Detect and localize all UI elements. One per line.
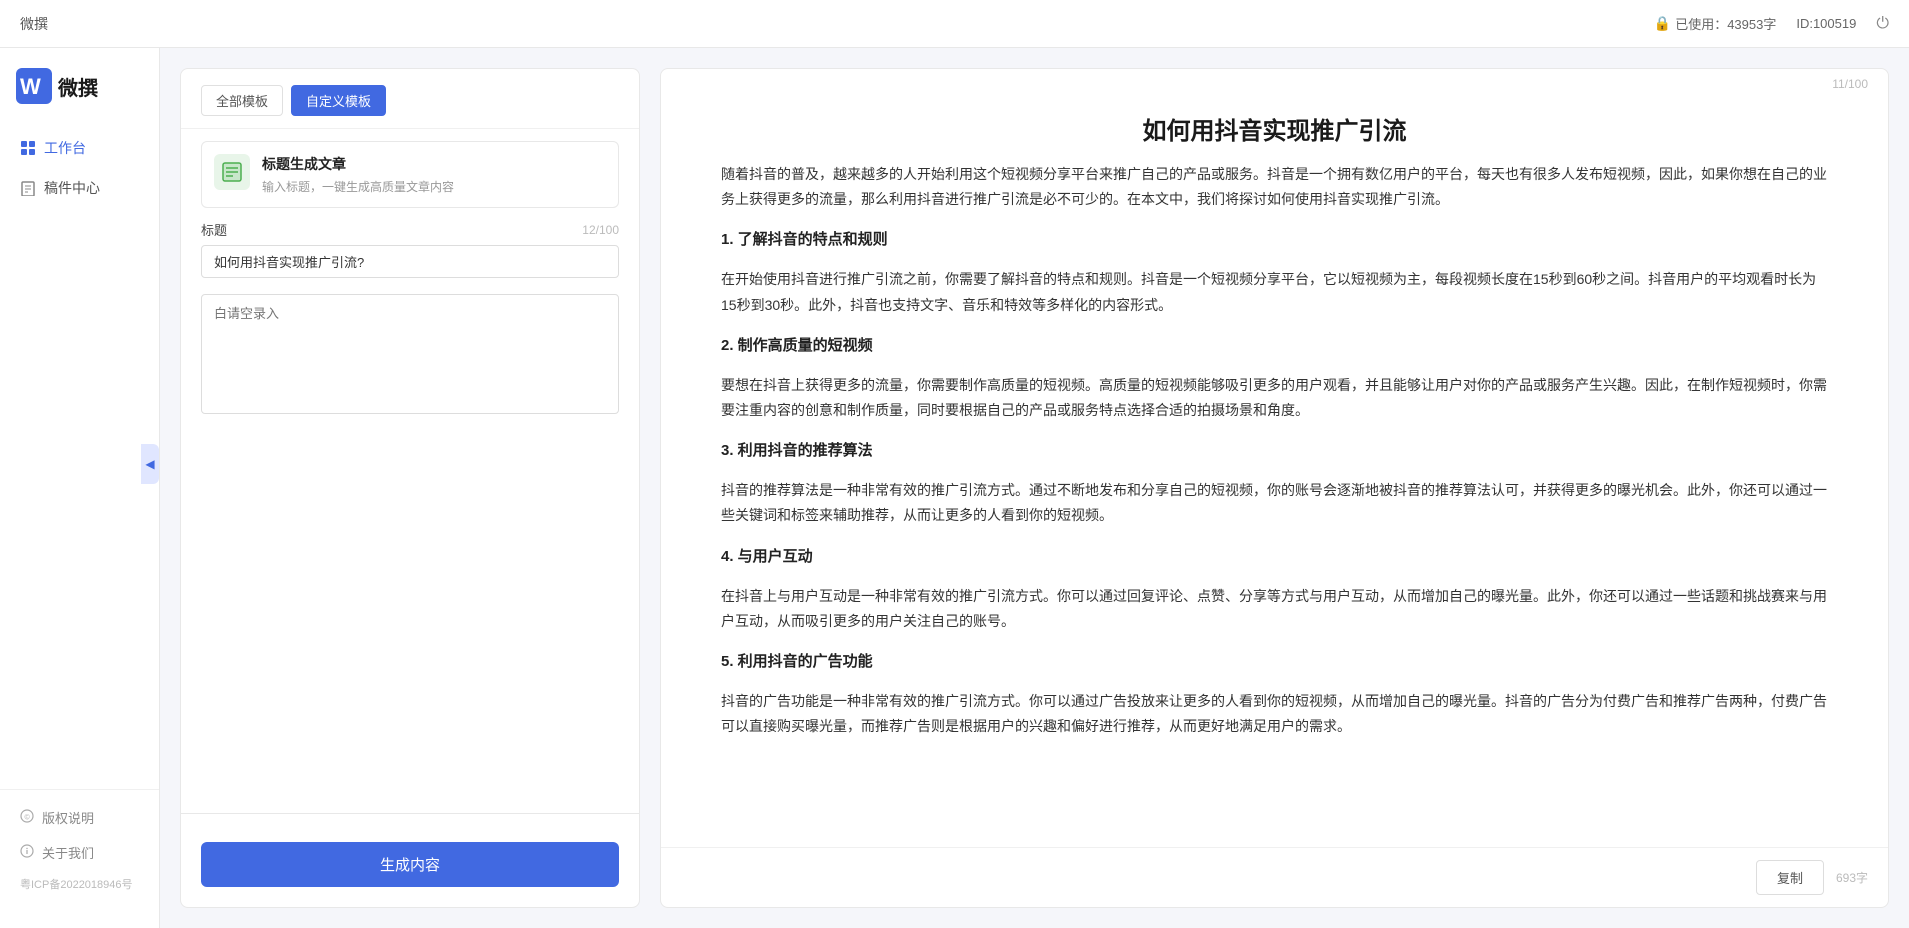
template-tabs: 全部模板 自定义模板 xyxy=(181,69,639,129)
section-title-5: 5. 利用抖音的广告功能 xyxy=(721,648,1828,675)
generate-btn[interactable]: 生成内容 xyxy=(201,842,619,887)
copyright-label: 版权说明 xyxy=(42,808,94,827)
tab-all-templates[interactable]: 全部模板 xyxy=(201,85,283,116)
title-counter: 12/100 xyxy=(582,223,619,237)
title-label-row: 标题 12/100 xyxy=(201,220,619,239)
section-para-3: 抖音的推荐算法是一种非常有效的推广引流方式。通过不断地发布和分享自己的短视频，你… xyxy=(721,478,1828,528)
topbar-right: 🔒 已使用：43953字 ID:100519 ⏻ xyxy=(1654,14,1889,33)
section-para-4: 在抖音上与用户互动是一种非常有效的推广引流方式。你可以通过回复评论、点赞、分享等… xyxy=(721,584,1828,634)
copy-button[interactable]: 复制 xyxy=(1756,860,1824,895)
article-page-num: 11/100 xyxy=(661,69,1888,91)
right-panel: 11/100 如何用抖音实现推广引流 随着抖音的普及，越来越多的人开始利用这个短… xyxy=(660,68,1889,908)
section-title-2: 2. 制作高质量的短视频 xyxy=(721,332,1828,359)
section-para-5: 抖音的广告功能是一种非常有效的推广引流方式。你可以通过广告投放来让更多的人看到你… xyxy=(721,689,1828,739)
section-title-4: 4. 与用户互动 xyxy=(721,543,1828,570)
title-input[interactable] xyxy=(201,245,619,278)
drafts-label: 稿件中心 xyxy=(44,178,100,198)
section-para-1: 在开始使用抖音进行推广引流之前，你需要了解抖音的特点和规则。抖音是一个短视频分享… xyxy=(721,267,1828,317)
workbench-label: 工作台 xyxy=(44,138,86,158)
sidebar-item-drafts[interactable]: 稿件中心 xyxy=(0,168,159,208)
usage-text: 已使用：43953字 xyxy=(1675,14,1776,33)
drafts-icon xyxy=(20,180,36,196)
sidebar-item-copyright[interactable]: © 版权说明 xyxy=(0,800,159,835)
user-id: ID:100519 xyxy=(1796,16,1856,31)
logo-text: 微撰 xyxy=(58,72,98,101)
sidebar-collapse-btn[interactable]: ◀ xyxy=(141,444,159,484)
template-card-info: 标题生成文章 输入标题，一键生成高质量文章内容 xyxy=(262,154,606,195)
generate-btn-area: 生成内容 xyxy=(181,830,639,907)
template-card-desc: 输入标题，一键生成高质量文章内容 xyxy=(262,178,606,195)
sidebar: W 微撰 工作台 稿件中心 © 版权说明 xyxy=(0,48,160,928)
section-para-2: 要想在抖音上获得更多的流量，你需要制作高质量的短视频。高质量的短视频能够吸引更多… xyxy=(721,373,1828,423)
section-title-1: 1. 了解抖音的特点和规则 xyxy=(721,226,1828,253)
template-card-title-text: 标题生成文章 xyxy=(262,154,606,174)
article-footer: 复制 693字 xyxy=(661,847,1888,907)
keywords-textarea[interactable] xyxy=(201,294,619,414)
left-panel: 全部模板 自定义模板 标题生成文章 输入标题，一键生成高质量文章内容 xyxy=(180,68,640,908)
article-title: 如何用抖音实现推广引流 xyxy=(661,91,1888,162)
sidebar-nav: 工作台 稿件中心 xyxy=(0,128,159,789)
template-card-title-article[interactable]: 标题生成文章 输入标题，一键生成高质量文章内容 xyxy=(201,141,619,208)
power-icon[interactable]: ⏻ xyxy=(1876,15,1889,33)
icp-text: 粤ICP备2022018946号 xyxy=(0,870,159,898)
svg-text:©: © xyxy=(25,814,31,822)
topbar-title: 微撰 xyxy=(20,14,48,34)
word-count: 693字 xyxy=(1836,869,1868,886)
content-area: 全部模板 自定义模板 标题生成文章 输入标题，一键生成高质量文章内容 xyxy=(160,48,1909,928)
sidebar-logo: W 微撰 xyxy=(0,68,159,128)
sidebar-item-workbench[interactable]: 工作台 xyxy=(0,128,159,168)
title-field: 标题 12/100 xyxy=(201,220,619,278)
template-card-icon xyxy=(214,154,250,190)
keywords-field xyxy=(201,294,619,417)
section-title-3: 3. 利用抖音的推荐算法 xyxy=(721,437,1828,464)
main-layout: W 微撰 工作台 稿件中心 © 版权说明 xyxy=(0,48,1909,928)
form-area: 标题 12/100 xyxy=(181,220,639,805)
article-body: 随着抖音的普及，越来越多的人开始利用这个短视频分享平台来推广自己的产品或服务。抖… xyxy=(661,162,1888,847)
svg-text:W: W xyxy=(20,74,41,99)
about-icon xyxy=(20,844,34,861)
lock-icon: 🔒 xyxy=(1654,15,1671,32)
topbar: 微撰 🔒 已使用：43953字 ID:100519 ⏻ xyxy=(0,0,1909,48)
article-intro: 随着抖音的普及，越来越多的人开始利用这个短视频分享平台来推广自己的产品或服务。抖… xyxy=(721,162,1828,212)
title-label: 标题 xyxy=(201,220,227,239)
form-divider xyxy=(181,813,639,814)
logo-w-icon: W xyxy=(16,68,52,104)
sidebar-item-about[interactable]: 关于我们 xyxy=(0,835,159,870)
workbench-icon xyxy=(20,140,36,156)
tab-custom-templates[interactable]: 自定义模板 xyxy=(291,85,386,116)
sidebar-bottom: © 版权说明 关于我们 粤ICP备2022018946号 xyxy=(0,789,159,908)
usage-info: 🔒 已使用：43953字 xyxy=(1654,14,1777,33)
template-list: 标题生成文章 输入标题，一键生成高质量文章内容 xyxy=(181,129,639,220)
about-label: 关于我们 xyxy=(42,843,94,862)
copyright-icon: © xyxy=(20,809,34,826)
